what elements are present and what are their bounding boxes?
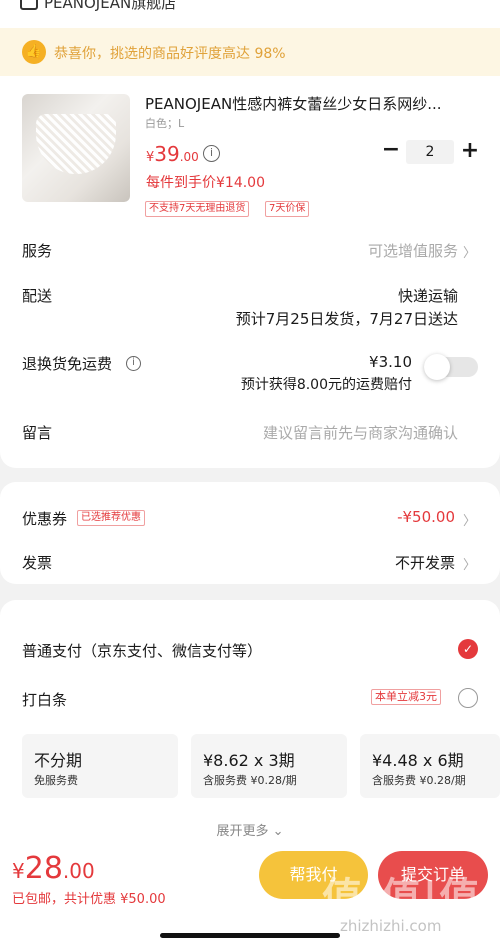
service-label: 服务 xyxy=(22,242,53,260)
product-price: ¥39.00 xyxy=(146,142,199,166)
installment-sub: 免服务费 xyxy=(34,774,78,787)
invoice-value[interactable]: 不开发票 xyxy=(395,552,455,573)
rating-notice: 👍 恭喜你，挑选的商品好评度高达 98% xyxy=(0,28,500,76)
quantity-field[interactable]: 2 xyxy=(406,140,454,164)
notice-text: 恭喜你，挑选的商品好评度高达 98% xyxy=(54,46,286,62)
normal-payment-label[interactable]: 普通支付（京东支付、微信支付等） xyxy=(22,640,262,661)
return-shipping-toggle[interactable] xyxy=(424,354,478,380)
home-indicator xyxy=(160,933,340,938)
baitiao-tag: 本单立减3元 xyxy=(371,689,441,705)
installment-title: ¥8.62 x 3期 xyxy=(203,751,295,770)
baitiao-radio[interactable] xyxy=(458,688,478,708)
total-price: ¥28.00 xyxy=(12,851,95,886)
total-sub: 已包邮，共计优惠 ¥50.00 xyxy=(12,892,166,907)
installment-option[interactable]: ¥4.48 x 6期 含服务费 ¥0.28/期 xyxy=(360,734,500,798)
store-icon xyxy=(20,0,38,10)
installment-title: ¥4.48 x 6期 xyxy=(372,751,464,770)
baitiao-label[interactable]: 打白条 xyxy=(22,689,67,710)
watermark-logo: 值|值|值 xyxy=(322,875,482,921)
message-label: 留言 xyxy=(22,424,53,442)
return-shipping-price: ¥3.10 xyxy=(369,353,412,371)
installment-sub: 含服务费 ¥0.28/期 xyxy=(372,774,466,787)
coupon-label: 优惠券 xyxy=(22,510,68,528)
installment-option[interactable]: ¥8.62 x 3期 含服务费 ¥0.28/期 xyxy=(191,734,347,798)
invoice-label: 发票 xyxy=(22,554,53,572)
return-info-icon[interactable]: i xyxy=(126,356,141,371)
return-shipping-note: 预计获得8.00元的运费赔付 xyxy=(240,377,412,393)
store-name: PEANOJEAN旗舰店 xyxy=(44,0,177,12)
installment-option[interactable]: 不分期 免服务费 xyxy=(22,734,178,798)
product-spec: 白色；L xyxy=(145,117,185,130)
installment-title: 不分期 xyxy=(34,751,83,770)
unit-price: 每件到手价¥14.00 xyxy=(146,175,265,191)
service-value[interactable]: 可选增值服务 xyxy=(368,240,458,261)
price-protect-tag: 7天价保 xyxy=(265,201,310,217)
checkmark-icon[interactable]: ✓ xyxy=(458,639,478,659)
total-currency: ¥ xyxy=(12,859,25,883)
payment-card: 普通支付（京东支付、微信支付等） ✓ 打白条 本单立减3元 不分期 免服务费 ¥… xyxy=(0,600,500,860)
chevron-right-icon[interactable]: 〉 xyxy=(463,510,476,529)
coupon-tag: 已选推荐优惠 xyxy=(77,510,145,526)
minus-button[interactable]: − xyxy=(380,139,402,162)
chevron-right-icon[interactable]: 〉 xyxy=(463,554,476,573)
return-shipping-label: 退换货免运费 xyxy=(22,355,113,373)
discount-card: 优惠券 已选推荐优惠 -¥50.00 〉 发票 不开发票 〉 xyxy=(0,482,500,584)
total-int: 28 xyxy=(24,851,63,886)
delivery-method: 快递运输 xyxy=(397,287,458,305)
product-name[interactable]: PEANOJEAN性感内裤女蕾丝少女日系网纱... xyxy=(145,93,475,114)
price-dec: .00 xyxy=(179,150,199,164)
installment-sub: 含服务费 ¥0.28/期 xyxy=(203,774,297,787)
total-dec: .00 xyxy=(62,859,95,883)
coupon-value[interactable]: -¥50.00 xyxy=(397,508,455,526)
watermark-site: zhizhizhi.com xyxy=(340,917,442,935)
price-int: 39 xyxy=(154,142,180,166)
expand-more-link[interactable]: 展开更多 ⌄ xyxy=(0,820,500,839)
order-item-card: PEANOJEAN性感内裤女蕾丝少女日系网纱... 白色；L ¥39.00 i … xyxy=(0,76,500,468)
delivery-label: 配送 xyxy=(22,287,53,305)
plus-button[interactable]: + xyxy=(458,139,482,163)
price-info-icon[interactable]: i xyxy=(203,145,220,162)
chevron-right-icon[interactable]: 〉 xyxy=(463,242,476,261)
delivery-schedule: 预计7月25日发货，7月27日送达 xyxy=(235,310,458,328)
product-thumbnail[interactable] xyxy=(22,94,130,202)
store-header[interactable]: PEANOJEAN旗舰店 xyxy=(0,0,500,28)
thumbs-up-icon: 👍 xyxy=(22,40,46,64)
message-input[interactable]: 建议留言前先与商家沟通确认 xyxy=(263,422,458,443)
no-return-tag: 不支持7天无理由退货 xyxy=(145,201,250,217)
